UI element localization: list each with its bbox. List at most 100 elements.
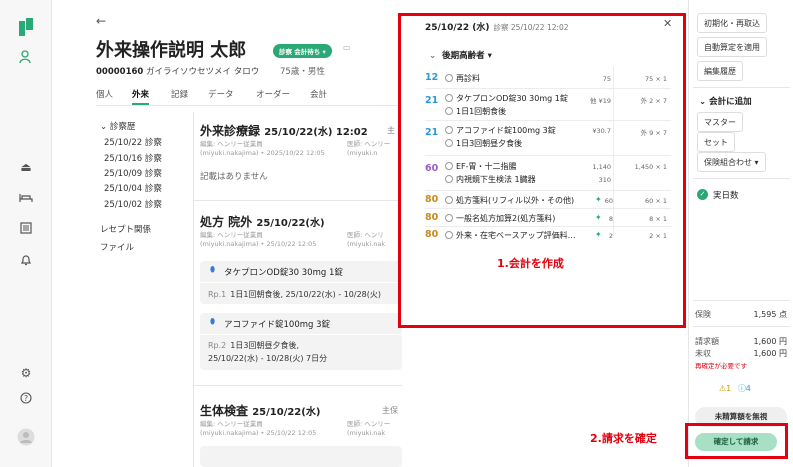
item-multiplier: 2 × 1 (649, 232, 667, 240)
list-icon[interactable] (0, 222, 52, 237)
lab-card[interactable] (200, 446, 402, 467)
chevron-down-icon: ⌄ (100, 122, 110, 132)
item-radio[interactable] (445, 175, 453, 183)
divider (193, 112, 194, 467)
item-radio[interactable] (445, 162, 453, 170)
patients-icon[interactable] (0, 50, 52, 67)
tab-records[interactable]: 記録 (171, 88, 188, 100)
insurance-points-label: 保険 (695, 310, 711, 319)
insurance-label: 後期高齢者 ▾ (442, 51, 492, 61)
lab-label: 生体検査 (200, 404, 249, 418)
history-item[interactable]: 25/10/16 診察 (104, 152, 162, 164)
item-name: アコファイド錠100mg 3錠 (456, 126, 556, 135)
patient-main: ← 外来操作説明 太郎 診察 会計待ち ▾ ▭ 00000160 ガイライソウセ… (52, 0, 402, 467)
item-points: 80 (425, 212, 439, 223)
pill-icon: ⬮ (210, 265, 216, 274)
item-radio[interactable] (445, 74, 453, 82)
rx-card[interactable]: ⬮ アコファイド錠100mg 3錠 Rp.2 1日3回朝昼夕食後, 25/10/2… (200, 313, 402, 370)
item-points: 80 (425, 229, 439, 240)
item-points: 12 (425, 72, 439, 83)
edit-history-button[interactable]: 編集履歴 (697, 61, 743, 81)
item-radio[interactable] (445, 107, 453, 115)
billed-amount-value: 1,600 円 (753, 337, 787, 346)
bed-icon[interactable] (0, 192, 52, 206)
annotation-confirm-bill: 2.請求を確定 (590, 432, 657, 445)
divider (693, 326, 790, 327)
master-button[interactable]: マスター (697, 112, 743, 132)
item-points: 80 (425, 194, 439, 205)
info-count[interactable]: ⓘ4 (738, 384, 751, 393)
copy-icon[interactable]: ▭ (343, 43, 351, 52)
item-radio[interactable] (445, 139, 453, 147)
apply-auto-calc-button[interactable]: 自動算定を適用 (697, 37, 767, 57)
history-item[interactable]: 25/10/09 診察 (104, 167, 162, 179)
back-arrow-icon[interactable]: ← (96, 14, 106, 28)
set-button[interactable]: セット (697, 132, 735, 152)
history-item[interactable]: 25/10/04 診察 (104, 182, 162, 194)
lab-meta-editor: 編集: ヘンリー従業員 (miyuki.nakajima) • 25/10/22… (200, 420, 317, 437)
divider (200, 282, 402, 283)
divider (194, 385, 402, 386)
divider (200, 334, 402, 335)
add-to-bill-header[interactable]: ⌄ 会計に追加 (699, 95, 752, 107)
item-multiplier: 外 2 × 7 (640, 97, 667, 105)
files-link[interactable]: ファイル (100, 241, 134, 253)
rx-meta-doctor: 医師: ヘンリ (miyuki.nak (347, 231, 386, 248)
item-radio[interactable] (445, 126, 453, 134)
divider (693, 300, 790, 301)
history-item[interactable]: 25/10/22 診察 (104, 136, 162, 148)
lab-meta-doctor: 医師: ヘンリー (miyuki.nak (347, 420, 391, 437)
tab-billing[interactable]: 会計 (310, 88, 327, 100)
insurance-selector[interactable]: ⌄ 後期高齢者 ▾ (429, 49, 492, 61)
alerts[interactable]: ⚠1 ⓘ4 (719, 383, 751, 394)
tab-outpatient[interactable]: 外来 (132, 88, 150, 105)
item-price: 他 ¥19 (590, 97, 611, 105)
rx-label: 処方 院外 (200, 215, 253, 229)
tab-data[interactable]: データ (208, 88, 234, 100)
divider (425, 155, 671, 156)
close-icon[interactable]: ✕ (663, 17, 672, 30)
billing-visit-time: 診察 25/10/22 12:02 (493, 23, 569, 32)
eject-icon[interactable]: ⏏ (0, 160, 52, 174)
patient-id-line: 00000160 ガイライソウセツメイ タロウ (96, 65, 259, 77)
actual-days-label: 実日数 (713, 191, 739, 201)
bell-icon[interactable] (0, 254, 52, 269)
status-badge[interactable]: 診察 会計待ち ▾ (273, 44, 332, 58)
warning-count[interactable]: ⚠1 (719, 384, 731, 393)
item-radio[interactable] (445, 214, 453, 222)
insurance-combo-button[interactable]: 保険組合わせ ▾ (697, 152, 766, 172)
visit-meta-doctor: 医師: ヘンリー (miyuki.n (347, 140, 391, 157)
item-multiplier: 外 9 × 7 (640, 129, 667, 137)
confirm-highlight: 確定して請求 (685, 423, 788, 459)
visit-record-title: 外来診療録 25/10/22(水) 12:02 (200, 122, 368, 139)
item-radio[interactable] (445, 94, 453, 102)
annotation-create-bill: 1.会計を作成 (497, 257, 564, 270)
rx-card[interactable]: ⬮ タケプロンOD錠30 30mg 1錠 Rp.1 1日1回朝食後, 25/10/… (200, 261, 402, 304)
rx-dosage: 1日3回朝昼夕食後, (230, 341, 300, 350)
confirm-bill-button[interactable]: 確定して請求 (695, 433, 777, 451)
item-name: 外来・在宅ベースアップ評価料… (456, 231, 576, 240)
patient-kana: ガイライソウセツメイ タロウ (146, 67, 260, 77)
item-name: タケプロンOD錠30 30mg 1錠 (456, 94, 568, 103)
insurance-points-value: 1,595 点 (753, 310, 787, 319)
item-price: ¥30.7 (592, 127, 611, 135)
item-radio[interactable] (445, 231, 453, 239)
rx-instructions: Rp.1 1日1回朝食後, 25/10/22(水) - 10/28(火) (208, 289, 381, 300)
divider (425, 120, 671, 121)
tab-orders[interactable]: オーダー (256, 88, 290, 100)
settings-icon[interactable]: ⚙ (0, 366, 52, 380)
billing-date: 25/10/22 (水) 診察 25/10/22 12:02 (425, 20, 569, 33)
item-radio[interactable] (445, 196, 453, 204)
tab-personal[interactable]: 個人 (96, 88, 113, 100)
item-name: 一般名処方加算2(処方箋料) (456, 214, 556, 223)
receipt-link[interactable]: レセプト関係 (100, 223, 151, 235)
history-item[interactable]: 25/10/02 診察 (104, 198, 162, 210)
avatar[interactable] (0, 428, 52, 449)
patient-tabs: 個人 外来 記録 データ オーダー 会計 (96, 88, 402, 106)
reset-reload-button[interactable]: 初期化・再取込 (697, 13, 767, 33)
history-header[interactable]: ⌄ 診察歴 (100, 120, 135, 132)
rx-number: Rp.2 (208, 341, 227, 350)
rx-number: Rp.1 (208, 290, 227, 299)
rx-dosage: 1日1回朝食後, 25/10/22(水) - 10/28(火) (230, 290, 381, 299)
help-icon[interactable]: ? (0, 392, 52, 407)
